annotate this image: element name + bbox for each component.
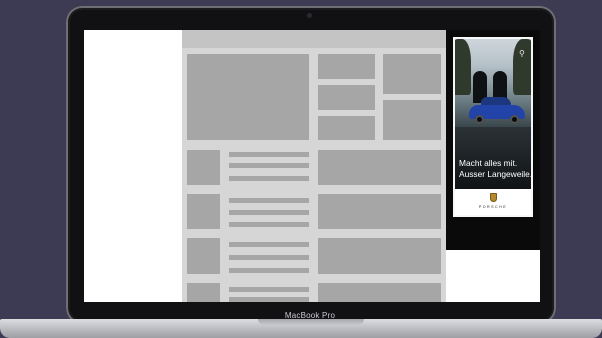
tree-shape	[513, 39, 531, 95]
ad-logo-area: PORSCHE	[455, 189, 531, 215]
laptop-screen: ⚲ Macht alles mit. Ausser Langeweile. PO…	[84, 30, 540, 302]
ad-headline: Macht alles mit. Ausser Langeweile.	[459, 158, 531, 180]
thumb-placeholder[interactable]	[383, 54, 441, 94]
list-item-text	[229, 222, 309, 227]
list-item-text	[229, 163, 309, 168]
page-header-placeholder	[182, 30, 446, 48]
ad-photo: ⚲ Macht alles mit. Ausser Langeweile.	[455, 39, 531, 189]
list-item-text	[229, 210, 309, 215]
ad-headline-line2: Ausser Langeweile.	[459, 169, 531, 179]
list-item-panel[interactable]	[318, 283, 441, 302]
list-item-text	[229, 287, 309, 292]
list-item-image[interactable]	[187, 150, 220, 185]
wheel-icon	[475, 115, 484, 124]
bicycle-icon: ⚲	[519, 49, 525, 58]
list-item-text	[229, 255, 309, 260]
thumb-placeholder[interactable]	[318, 54, 375, 79]
thumb-placeholder[interactable]	[318, 116, 375, 140]
tree-shape	[455, 39, 471, 95]
illustration: ⚲ Macht alles mit. Ausser Langeweile. PO…	[0, 0, 602, 338]
list-item-text	[229, 198, 309, 203]
camera-icon	[307, 13, 312, 18]
brand-wordmark: PORSCHE	[478, 205, 508, 209]
list-item-panel[interactable]	[318, 150, 441, 185]
hero-image-placeholder[interactable]	[187, 54, 309, 140]
thumb-placeholder[interactable]	[383, 100, 441, 140]
device-label: MacBook Pro	[284, 311, 336, 320]
list-item-panel[interactable]	[318, 194, 441, 229]
list-item-image[interactable]	[187, 283, 220, 302]
list-item-image[interactable]	[187, 194, 220, 229]
porsche-crest-icon	[490, 193, 497, 202]
list-item-image[interactable]	[187, 238, 220, 274]
porsche-ad[interactable]: ⚲ Macht alles mit. Ausser Langeweile. PO…	[453, 37, 533, 217]
thumb-placeholder[interactable]	[318, 85, 375, 110]
ad-column-blank	[446, 250, 540, 302]
left-margin	[84, 30, 182, 302]
list-item-text	[229, 268, 309, 273]
list-item-text	[229, 152, 309, 157]
list-item-text	[229, 297, 309, 302]
ad-headline-line1: Macht alles mit.	[459, 158, 518, 168]
list-item-text	[229, 242, 309, 247]
list-item-text	[229, 176, 309, 181]
list-item-panel[interactable]	[318, 238, 441, 274]
wheel-icon	[510, 115, 519, 124]
